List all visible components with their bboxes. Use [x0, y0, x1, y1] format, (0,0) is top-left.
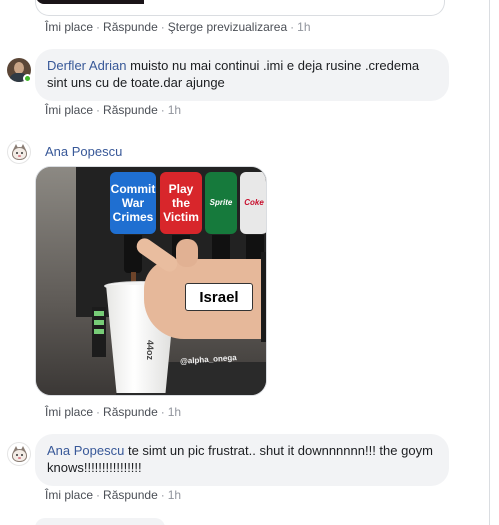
- comment-image[interactable]: Commit War Crimes Play the Victim Sprite…: [35, 166, 267, 396]
- separator: ·: [290, 20, 295, 34]
- reply-link[interactable]: Răspunde: [103, 103, 158, 117]
- comment-author[interactable]: Ana Popescu: [47, 443, 124, 458]
- like-link[interactable]: Îmi place: [45, 405, 93, 419]
- hand-label: Israel: [185, 283, 253, 311]
- comment-time[interactable]: 1h: [297, 20, 310, 34]
- tap-label: Sprite: [205, 172, 237, 234]
- avatar[interactable]: [7, 442, 31, 466]
- previous-comment-actions: Îmi place · Răspunde · Şterge previzualizare…: [45, 20, 311, 34]
- machine-buttons: [92, 307, 106, 357]
- comment-author[interactable]: Derfler Adrian: [47, 58, 126, 73]
- comment-bubble: Derfler Adrian muisto nu mai continui .i…: [35, 49, 449, 101]
- like-link[interactable]: Îmi place: [45, 103, 93, 117]
- separator: ·: [160, 488, 165, 502]
- separator: ·: [96, 103, 101, 117]
- comment-time[interactable]: 1h: [168, 405, 181, 419]
- comment-actions: Îmi place · Răspunde · 1h: [45, 103, 181, 117]
- previous-comment-preview: [35, 0, 445, 16]
- scrollbar-track[interactable]: [489, 0, 499, 525]
- separator: ·: [160, 103, 165, 117]
- comment-actions: Îmi place · Răspunde · 1h: [45, 405, 181, 419]
- comment-bubble: Ana Popescu te simt un pic frustrat.. sh…: [35, 434, 449, 486]
- comment-time[interactable]: 1h: [168, 488, 181, 502]
- comment-time[interactable]: 1h: [168, 103, 181, 117]
- tap-label: Coke: [240, 172, 266, 234]
- avatar[interactable]: [7, 140, 31, 164]
- like-link[interactable]: Îmi place: [45, 488, 93, 502]
- separator: ·: [160, 405, 165, 419]
- tap-label: Commit War Crimes: [110, 172, 156, 234]
- cup-text: 44oz: [145, 339, 156, 361]
- comment-actions: Îmi place · Răspunde · 1h: [45, 488, 181, 502]
- like-link[interactable]: Îmi place: [45, 20, 93, 34]
- separator: ·: [96, 488, 101, 502]
- previous-comment-image[interactable]: [36, 0, 144, 4]
- reply-link[interactable]: Răspunde: [103, 20, 158, 34]
- next-comment-preview: [35, 518, 165, 525]
- online-status-icon: [23, 74, 32, 83]
- reply-link[interactable]: Răspunde: [103, 405, 158, 419]
- separator: ·: [96, 405, 101, 419]
- reply-link[interactable]: Răspunde: [103, 488, 158, 502]
- tap-label: Play the Victim: [160, 172, 202, 234]
- separator: ·: [96, 20, 101, 34]
- remove-preview-link[interactable]: Şterge previzualizarea: [168, 20, 287, 34]
- separator: ·: [160, 20, 165, 34]
- comment-author[interactable]: Ana Popescu: [45, 144, 122, 159]
